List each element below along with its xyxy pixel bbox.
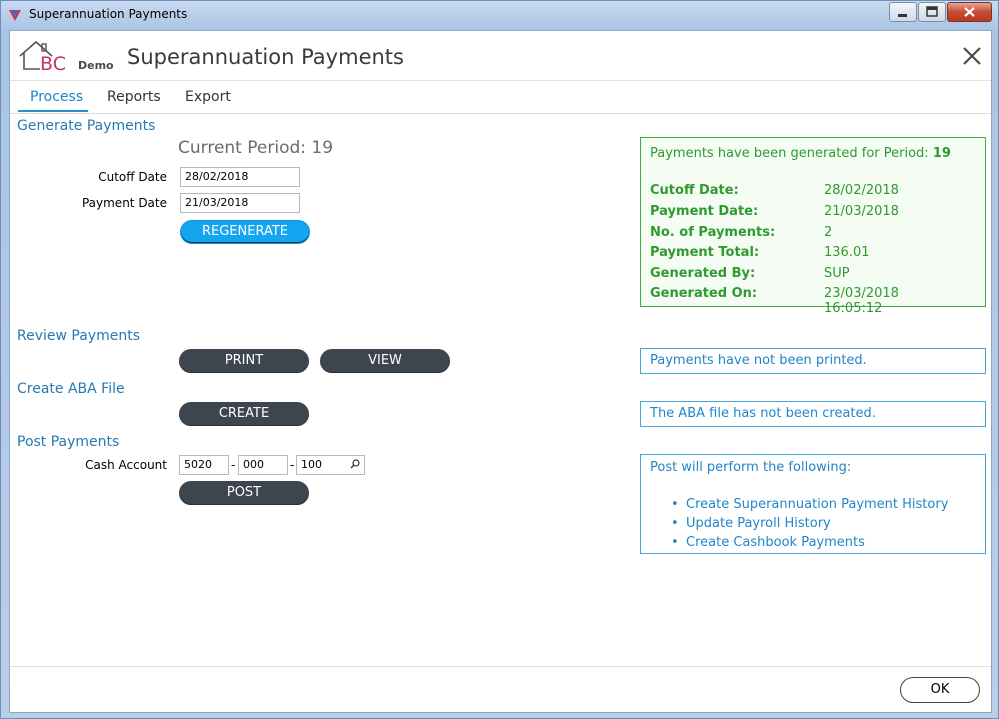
close-icon — [964, 7, 975, 17]
summary-value: 21/03/2018 — [824, 204, 899, 219]
cash-account-part3-field[interactable]: 100 — [296, 455, 365, 475]
summary-label: Generated By: — [650, 266, 756, 281]
post-info-box: Post will perform the following: Create … — [640, 454, 986, 554]
minimize-icon — [898, 14, 907, 17]
section-review-payments: Review Payments — [17, 328, 140, 344]
ok-button[interactable]: OK — [900, 677, 980, 703]
maximize-icon — [926, 6, 938, 17]
payment-date-field[interactable]: 21/03/2018 — [180, 193, 300, 213]
list-item: Create Cashbook Payments — [671, 535, 865, 550]
maximize-button[interactable] — [918, 2, 946, 22]
summary-header-text: Payments have been generated for Period: — [650, 146, 933, 161]
cutoff-date-label: Cutoff Date — [98, 170, 167, 184]
aba-status-box: The ABA file has not been created. — [640, 401, 986, 427]
search-icon[interactable] — [350, 459, 360, 469]
minimize-button[interactable] — [889, 2, 917, 22]
summary-value: 136.01 — [824, 245, 870, 260]
summary-row: Generated By: SUP — [650, 266, 850, 281]
active-tab-indicator — [18, 110, 88, 112]
section-create-aba: Create ABA File — [17, 381, 125, 397]
section-generate-payments: Generate Payments — [17, 118, 156, 134]
cutoff-date-field[interactable]: 28/02/2018 — [180, 167, 300, 187]
section-post-payments: Post Payments — [17, 434, 120, 450]
dialog-close-icon[interactable] — [961, 45, 983, 67]
generation-summary-panel: Payments have been generated for Period:… — [640, 137, 986, 316]
tab-bar: Process Reports Export — [10, 81, 991, 114]
summary-label: Generated On: — [650, 286, 758, 301]
app-logo: BC Demo — [18, 39, 114, 75]
regenerate-button[interactable]: REGENERATE — [180, 220, 310, 244]
cash-account-part1-field[interactable]: 5020 — [179, 455, 229, 475]
current-period: Current Period: 19 — [178, 138, 334, 158]
cash-account-part3-value: 100 — [301, 458, 322, 471]
dialog-footer: OK — [10, 666, 991, 713]
summary-value: 23/03/2018 16:05:12 — [824, 286, 899, 316]
account-separator: - — [290, 458, 295, 472]
dialog-client: BC Demo Superannuation Payments Process … — [9, 30, 992, 713]
tab-export[interactable]: Export — [185, 89, 231, 105]
app-icon — [9, 10, 21, 21]
app-window: Superannuation Payments BC Demo Superann… — [0, 0, 999, 719]
summary-value: SUP — [824, 266, 850, 281]
summary-header-period: 19 — [932, 146, 951, 161]
aba-status-text: The ABA file has not been created. — [650, 406, 876, 421]
cash-account-part2-field[interactable]: 000 — [238, 455, 288, 475]
summary-label: Payment Date: — [650, 204, 759, 219]
list-item: Update Payroll History — [671, 516, 831, 531]
window-close-button[interactable] — [947, 2, 992, 22]
summary-label: No. of Payments: — [650, 225, 776, 240]
payment-date-label: Payment Date — [81, 196, 167, 210]
summary-row: Generated On: 23/03/2018 16:05:12 — [650, 286, 899, 316]
list-item: Create Superannuation Payment History — [671, 497, 948, 512]
print-button[interactable]: PRINT — [179, 349, 309, 373]
tab-process[interactable]: Process — [30, 89, 83, 105]
summary-value: 28/02/2018 — [824, 183, 899, 198]
print-status-box: Payments have not been printed. — [640, 348, 986, 374]
dialog-header: BC Demo Superannuation Payments — [10, 31, 991, 81]
page-title: Superannuation Payments — [127, 45, 404, 69]
post-info-header: Post will perform the following: — [650, 460, 852, 475]
create-aba-button[interactable]: CREATE — [179, 402, 309, 426]
cash-account-label: Cash Account — [85, 458, 167, 472]
window-title: Superannuation Payments — [29, 7, 188, 21]
summary-label: Cutoff Date: — [650, 183, 739, 198]
summary-label: Payment Total: — [650, 245, 760, 260]
post-button[interactable]: POST — [179, 481, 309, 505]
summary-header: Payments have been generated for Period:… — [650, 146, 951, 161]
view-button[interactable]: VIEW — [320, 349, 450, 373]
logo-subtitle: Demo — [78, 59, 114, 72]
summary-row: No. of Payments: 2 — [650, 225, 832, 240]
summary-value: 2 — [824, 225, 833, 240]
logo-text: BC — [40, 53, 66, 75]
summary-row: Payment Total: 136.01 — [650, 245, 870, 260]
tab-reports[interactable]: Reports — [107, 89, 161, 105]
summary-row: Cutoff Date: 28/02/2018 — [650, 183, 899, 198]
account-separator: - — [231, 458, 236, 472]
title-bar: Superannuation Payments — [1, 1, 998, 29]
print-status-text: Payments have not been printed. — [650, 353, 867, 368]
summary-row: Payment Date: 21/03/2018 — [650, 204, 899, 219]
